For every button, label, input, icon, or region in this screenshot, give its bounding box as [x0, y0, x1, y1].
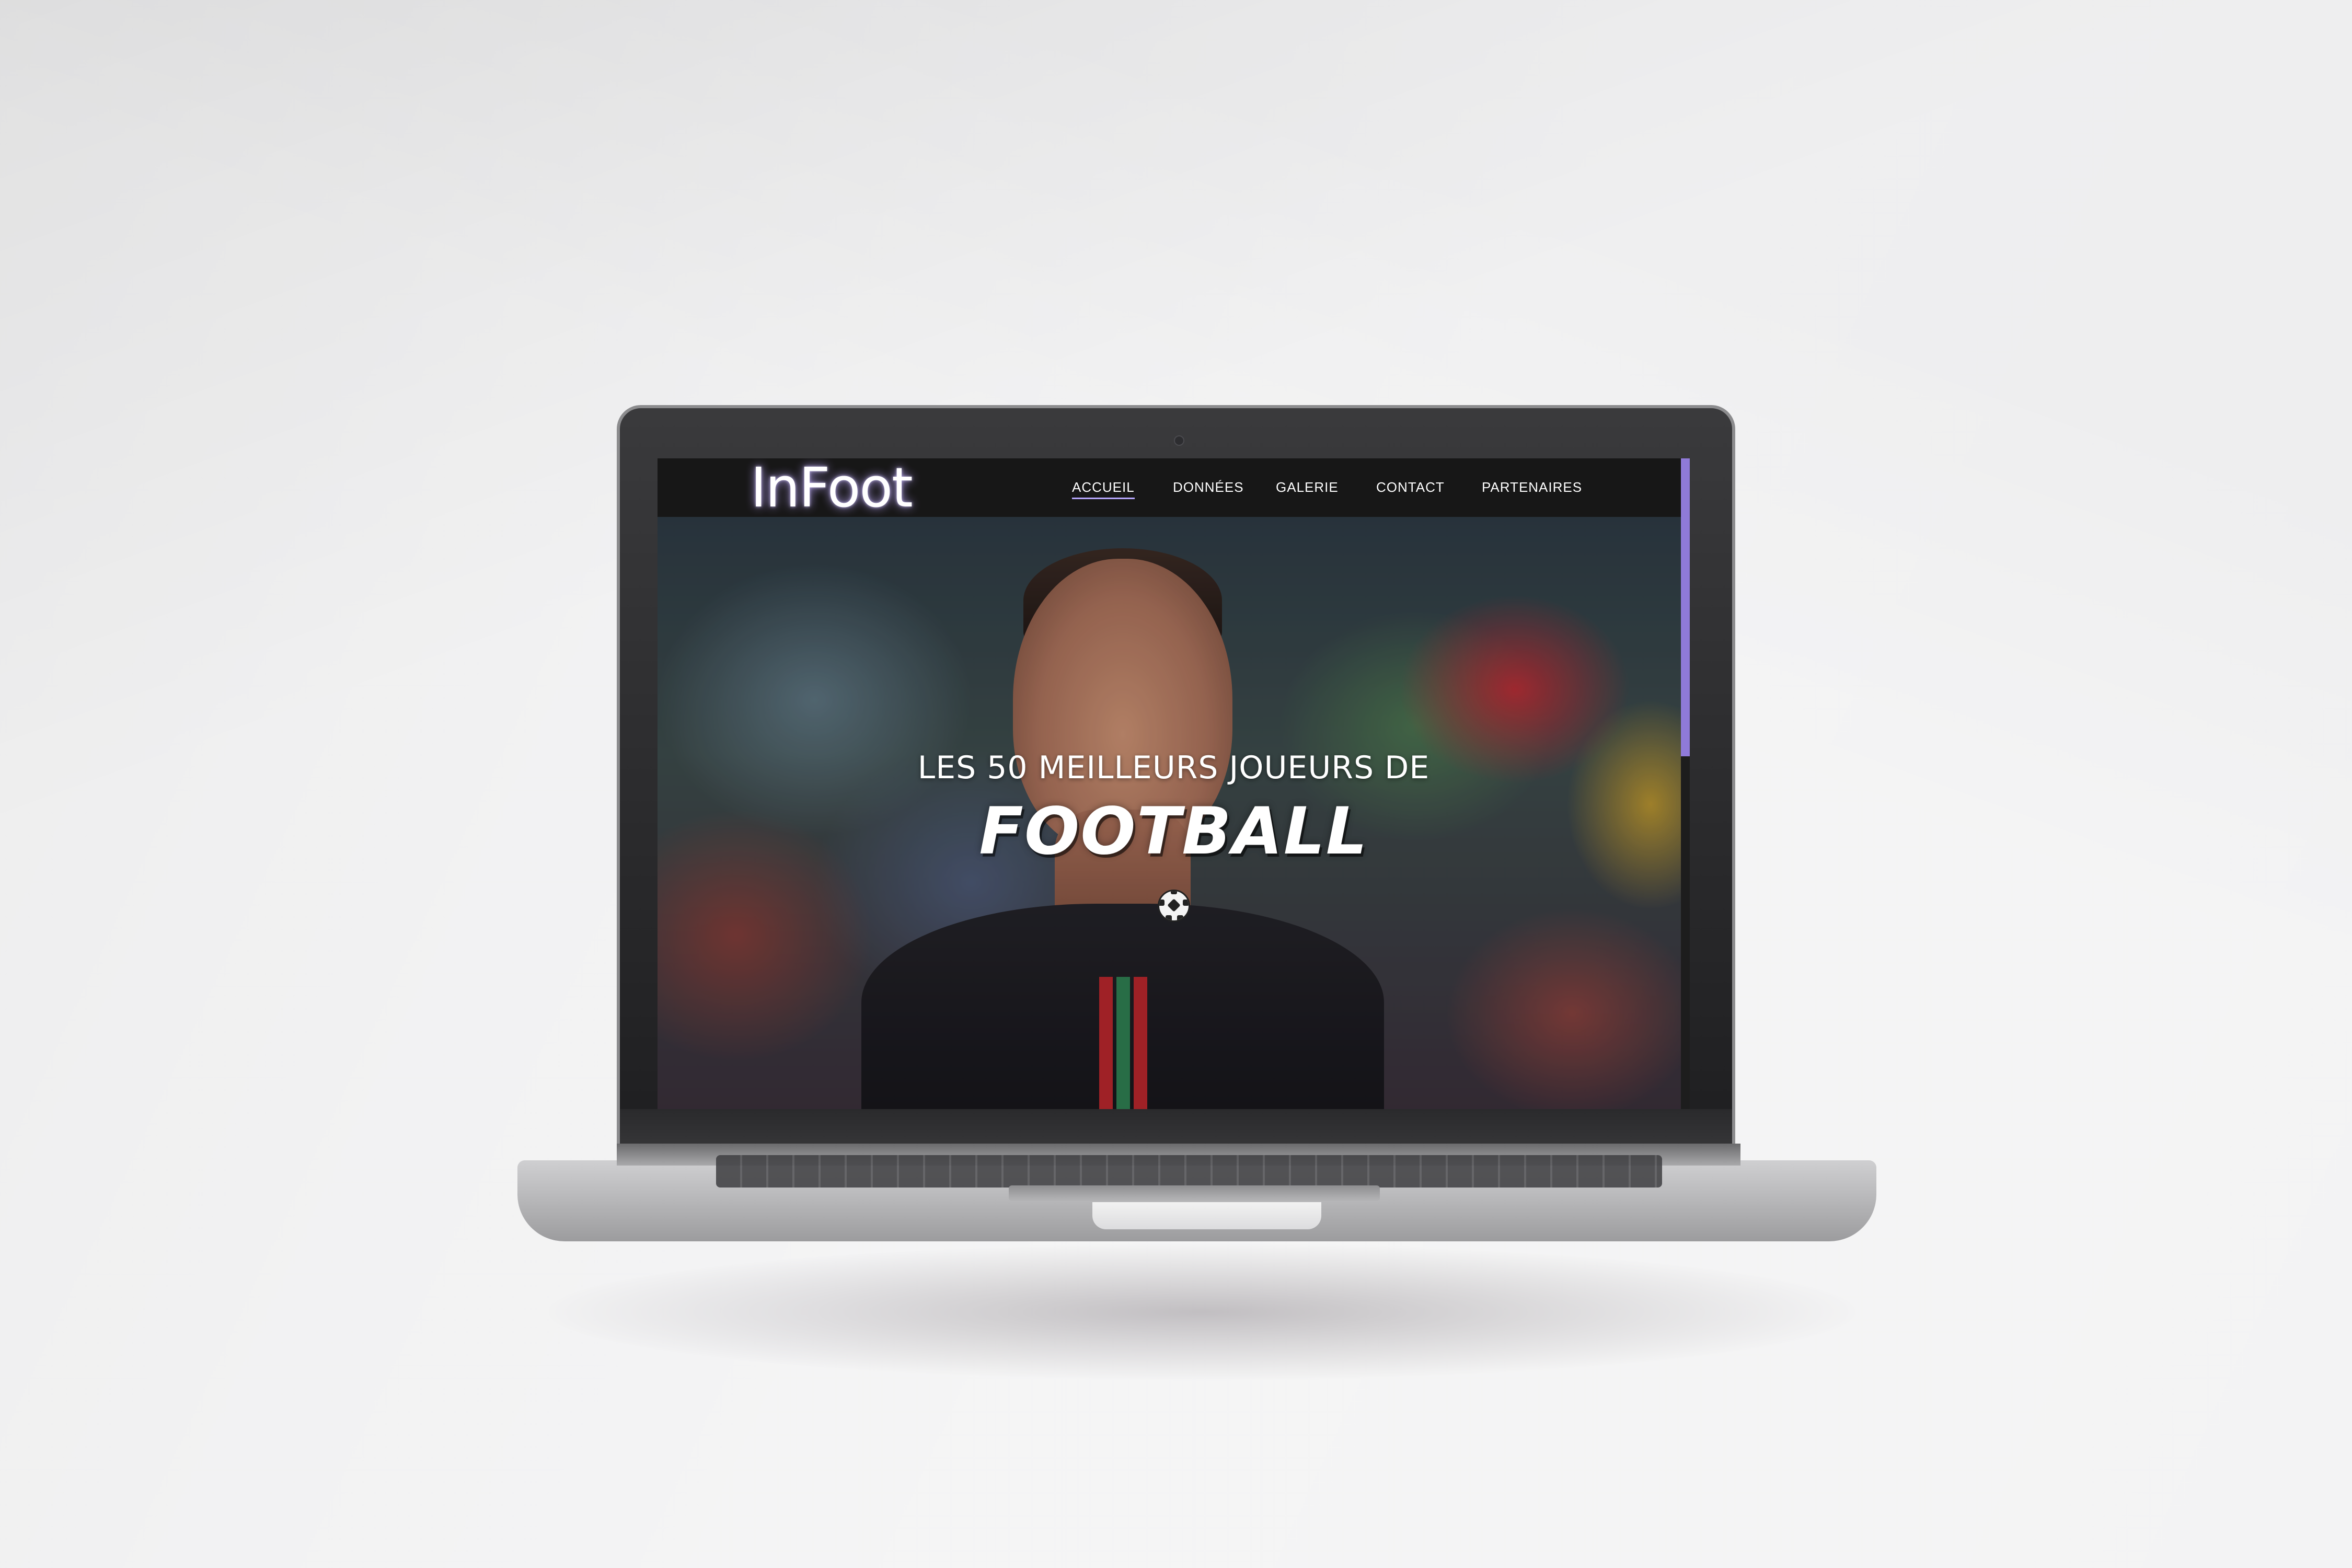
site-navbar: InFoot ACCUEIL DONNÉES GALERIE CONTACT P… — [658, 458, 1690, 517]
laptop-screen: LES 50 MEILLEURS JOUEURS DE FOOTBALL InF… — [658, 458, 1690, 1109]
laptop-shadow — [549, 1244, 1855, 1380]
scrollbar-thumb[interactable] — [1681, 458, 1690, 756]
soccer-ball-icon[interactable] — [1158, 890, 1190, 922]
hero-subtitle: LES 50 MEILLEURS JOUEURS DE — [917, 750, 1430, 786]
nav-item-donnees[interactable]: DONNÉES — [1173, 479, 1244, 495]
hero-title: FOOTBALL — [979, 794, 1368, 869]
site-logo[interactable]: InFoot — [751, 458, 913, 517]
ball-side-patch — [1171, 891, 1177, 894]
hero-section: LES 50 MEILLEURS JOUEURS DE FOOTBALL — [658, 517, 1690, 1109]
nav-item-partenaires[interactable]: PARTENAIRES — [1482, 479, 1582, 495]
ball-side-patch — [1183, 900, 1189, 906]
nav-item-accueil[interactable]: ACCUEIL — [1072, 479, 1135, 499]
webcam-icon — [1174, 435, 1184, 446]
ball-side-patch — [1159, 900, 1165, 906]
laptop-lid-notch — [1092, 1202, 1321, 1229]
nav-item-contact[interactable]: CONTACT — [1376, 479, 1445, 495]
laptop-keyboard — [716, 1155, 1662, 1187]
nav-item-galerie[interactable]: GALERIE — [1276, 479, 1339, 495]
ball-center-patch — [1167, 898, 1181, 912]
laptop-trackpad — [1009, 1185, 1380, 1201]
